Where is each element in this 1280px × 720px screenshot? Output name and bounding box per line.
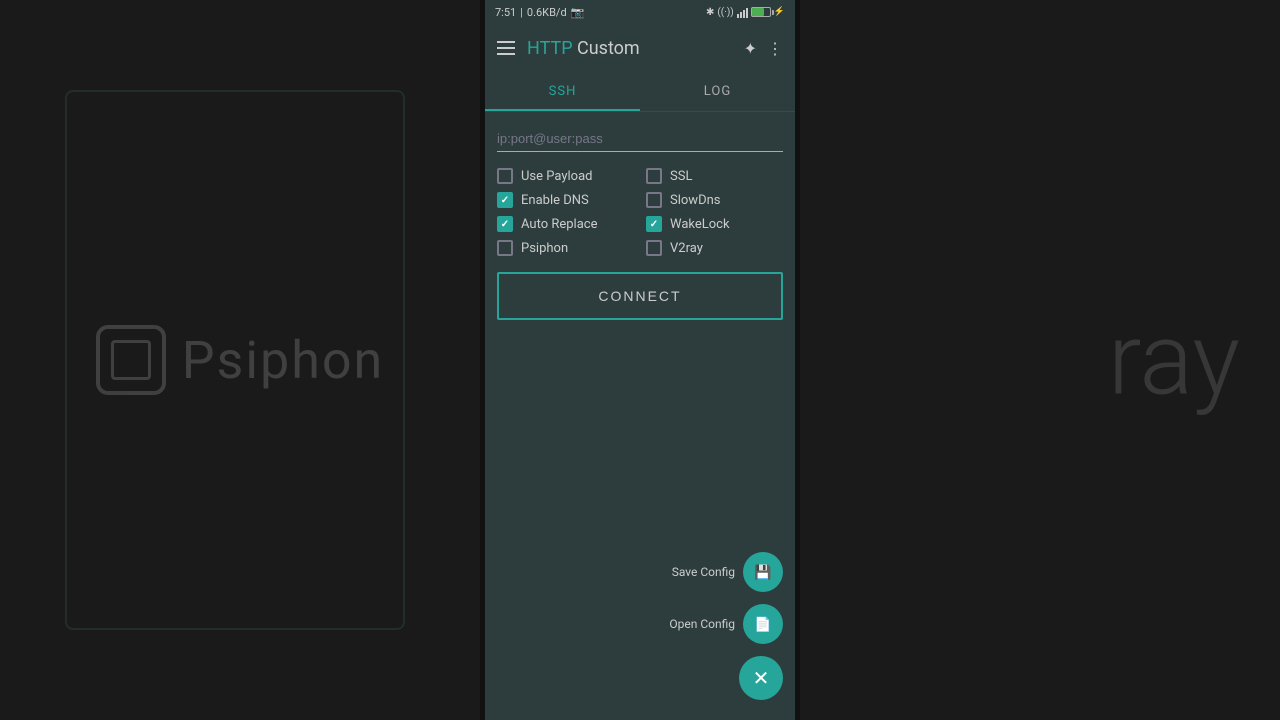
phone-outline-decoration bbox=[65, 90, 405, 630]
checkbox-auto-replace[interactable]: Auto Replace bbox=[497, 216, 634, 232]
tab-bar: SSH LOG bbox=[485, 72, 795, 112]
title-custom: Custom bbox=[573, 38, 640, 59]
checkbox-enable-dns[interactable]: Enable DNS bbox=[497, 192, 634, 208]
checkbox-use-payload-box[interactable] bbox=[497, 168, 513, 184]
status-right: ✱ ((·)) ⚡ bbox=[706, 6, 785, 18]
checkbox-psiphon-label: Psiphon bbox=[521, 241, 568, 256]
checkbox-ssl-label: SSL bbox=[670, 169, 692, 184]
close-icon: ✕ bbox=[753, 666, 770, 691]
app-header: HTTP Custom ✦ ⋮ bbox=[485, 24, 795, 72]
checkbox-use-payload[interactable]: Use Payload bbox=[497, 168, 634, 184]
checkbox-v2ray-box[interactable] bbox=[646, 240, 662, 256]
connect-button[interactable]: CONNECT bbox=[497, 272, 783, 320]
signal-bars bbox=[737, 6, 748, 18]
close-fab-button[interactable]: ✕ bbox=[739, 656, 783, 700]
open-config-label: Open Config bbox=[669, 617, 735, 631]
star-icon[interactable]: ✦ bbox=[744, 39, 757, 58]
checkbox-slowdns[interactable]: SlowDns bbox=[646, 192, 783, 208]
more-options-icon[interactable]: ⋮ bbox=[767, 39, 783, 58]
bluetooth-icon: ✱ bbox=[706, 7, 714, 18]
wifi-icon: ((·)) bbox=[717, 7, 733, 18]
status-bar: 7:51 | 0.6KB/d 📷 ✱ ((·)) ⚡ bbox=[485, 0, 795, 24]
battery-icon bbox=[751, 7, 771, 17]
video-icon: 📷 bbox=[571, 6, 585, 19]
checkbox-psiphon-box[interactable] bbox=[497, 240, 513, 256]
fab-area: Save Config 💾 Open Config 📄 ✕ bbox=[669, 552, 783, 700]
checkbox-grid: Use Payload SSL Enable DNS SlowDns Auto … bbox=[497, 168, 783, 256]
header-icons: ✦ ⋮ bbox=[744, 39, 783, 58]
checkbox-wakelock[interactable]: WakeLock bbox=[646, 216, 783, 232]
checkbox-v2ray-label: V2ray bbox=[670, 241, 703, 256]
checkbox-auto-replace-box[interactable] bbox=[497, 216, 513, 232]
server-input-container bbox=[497, 128, 783, 152]
save-config-button[interactable]: 💾 bbox=[743, 552, 783, 592]
time-display: 7:51 bbox=[495, 6, 516, 19]
checkbox-enable-dns-box[interactable] bbox=[497, 192, 513, 208]
tab-log[interactable]: LOG bbox=[640, 72, 795, 111]
checkbox-psiphon[interactable]: Psiphon bbox=[497, 240, 634, 256]
close-fab-row: ✕ bbox=[739, 656, 783, 700]
phone-container: 7:51 | 0.6KB/d 📷 ✱ ((·)) ⚡ HTTP Cus bbox=[485, 0, 795, 720]
tab-ssh[interactable]: SSH bbox=[485, 72, 640, 111]
checkbox-wakelock-label: WakeLock bbox=[670, 217, 730, 232]
checkbox-enable-dns-label: Enable DNS bbox=[521, 193, 589, 208]
save-config-label: Save Config bbox=[672, 565, 735, 579]
checkbox-wakelock-box[interactable] bbox=[646, 216, 662, 232]
checkbox-v2ray[interactable]: V2ray bbox=[646, 240, 783, 256]
speed-display: | bbox=[520, 6, 523, 19]
ray-bg-text: ray bbox=[1108, 302, 1240, 419]
save-config-row: Save Config 💾 bbox=[672, 552, 783, 592]
open-icon: 📄 bbox=[754, 616, 771, 633]
hamburger-menu[interactable] bbox=[497, 41, 515, 55]
app-title: HTTP Custom bbox=[527, 38, 732, 59]
save-icon: 💾 bbox=[754, 564, 771, 581]
server-input[interactable] bbox=[497, 131, 783, 146]
title-http: HTTP bbox=[527, 38, 573, 59]
open-config-button[interactable]: 📄 bbox=[743, 604, 783, 644]
open-config-row: Open Config 📄 bbox=[669, 604, 783, 644]
checkbox-ssl-box[interactable] bbox=[646, 168, 662, 184]
checkbox-ssl[interactable]: SSL bbox=[646, 168, 783, 184]
checkbox-use-payload-label: Use Payload bbox=[521, 169, 593, 184]
checkbox-slowdns-box[interactable] bbox=[646, 192, 662, 208]
checkbox-auto-replace-label: Auto Replace bbox=[521, 217, 597, 232]
charging-icon: ⚡ bbox=[774, 7, 785, 17]
speed-value: 0.6KB/d bbox=[527, 6, 567, 19]
status-left: 7:51 | 0.6KB/d 📷 bbox=[495, 6, 584, 19]
checkbox-slowdns-label: SlowDns bbox=[670, 193, 720, 208]
